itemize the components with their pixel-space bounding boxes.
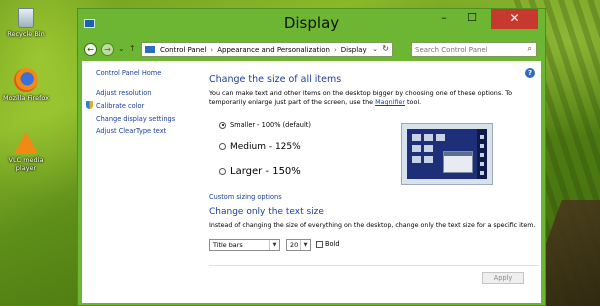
size-description: You can make text and other items on the… xyxy=(209,89,527,107)
desktop-icon-label: Mozilla Firefox xyxy=(3,94,49,102)
refresh-icon[interactable]: ↻ xyxy=(382,44,389,53)
preview-tile xyxy=(412,156,421,163)
font-size-select[interactable]: 20 ▼ xyxy=(286,239,311,251)
maximize-button[interactable]: ☐ xyxy=(458,9,486,29)
address-dropdown-icon[interactable]: ⌄ xyxy=(372,45,378,53)
apply-button[interactable]: Apply xyxy=(482,272,524,284)
display-window: Display – ☐ ✕ ← → ⌄ ↑ Control Panel › Appe… xyxy=(77,8,546,306)
breadcrumb-control-panel[interactable]: Control Panel xyxy=(160,46,206,54)
close-button[interactable]: ✕ xyxy=(491,9,538,29)
breadcrumb-separator[interactable]: › xyxy=(210,46,213,54)
title-bar[interactable]: Display – ☐ ✕ xyxy=(78,9,545,39)
up-button[interactable]: ↑ xyxy=(129,44,136,53)
sidebar-link-adjust-resolution[interactable]: Adjust resolution xyxy=(96,89,151,97)
size-preview-image xyxy=(401,123,493,185)
preview-charms-bar xyxy=(477,129,487,179)
preview-tile xyxy=(424,145,433,152)
desktop-icon-label: Recycle Bin xyxy=(7,30,45,38)
preview-window xyxy=(443,151,473,173)
magnifier-link[interactable]: Magnifier xyxy=(375,98,405,106)
preview-tile xyxy=(424,134,433,141)
content-pane: Control Panel Home Adjust resolution Cal… xyxy=(82,61,541,303)
search-box[interactable]: ⌕ xyxy=(411,42,537,57)
custom-sizing-link[interactable]: Custom sizing options xyxy=(209,193,282,201)
breadcrumb: Control Panel › Appearance and Personaliza… xyxy=(160,46,367,54)
firefox-icon xyxy=(14,68,38,92)
recent-pages-button[interactable]: ⌄ xyxy=(118,44,125,53)
bold-label: Bold xyxy=(325,240,340,248)
size-heading: Change the size of all items xyxy=(209,74,342,85)
search-icon[interactable]: ⌕ xyxy=(528,44,532,54)
desktop-icon-label: VLC media player xyxy=(8,156,44,172)
divider xyxy=(209,265,539,266)
breadcrumb-display[interactable]: Display xyxy=(341,46,367,54)
preview-screen xyxy=(407,129,487,179)
desktop-icon-vlc[interactable]: VLC media player xyxy=(0,132,52,172)
recycle-bin-icon xyxy=(18,8,34,28)
breadcrumb-appearance[interactable]: Appearance and Personalization xyxy=(217,46,330,54)
desktop-icon-recycle-bin[interactable]: Recycle Bin xyxy=(0,8,52,38)
preview-tile xyxy=(436,134,445,141)
search-input[interactable] xyxy=(415,44,515,55)
sidebar-link-adjust-cleartype[interactable]: Adjust ClearType text xyxy=(96,127,166,135)
font-size-select-value: 20 xyxy=(290,241,299,249)
radio-medium[interactable] xyxy=(219,143,226,150)
computer-icon xyxy=(145,46,155,53)
chevron-down-icon: ▼ xyxy=(269,240,279,250)
option-smaller-label: Smaller - 100% (default) xyxy=(230,121,311,129)
sidebar-link-control-panel-home[interactable]: Control Panel Home xyxy=(96,69,161,77)
element-select[interactable]: Title bars ▼ xyxy=(209,239,280,251)
desktop-icon-firefox[interactable]: Mozilla Firefox xyxy=(0,68,52,102)
option-larger-label: Larger - 150% xyxy=(230,166,301,177)
sidebar-link-change-display-settings[interactable]: Change display settings xyxy=(96,115,175,123)
size-description-tail: tool. xyxy=(405,98,422,106)
element-select-value: Title bars xyxy=(213,241,243,249)
bold-option[interactable]: Bold xyxy=(316,240,340,248)
back-button[interactable]: ← xyxy=(84,43,97,56)
navigation-bar: ← → ⌄ ↑ Control Panel › Appearance and Per… xyxy=(78,39,545,61)
radio-smaller[interactable] xyxy=(219,121,226,129)
option-medium[interactable]: Medium - 125% xyxy=(219,142,301,152)
size-description-text: You can make text and other items on the… xyxy=(209,89,512,106)
text-size-heading: Change only the text size xyxy=(209,207,324,217)
option-smaller[interactable]: Smaller - 100% (default) xyxy=(219,121,311,129)
sidebar: Control Panel Home Adjust resolution Cal… xyxy=(82,61,192,303)
help-icon[interactable]: ? xyxy=(525,68,535,78)
option-medium-label: Medium - 125% xyxy=(230,142,301,152)
vlc-icon xyxy=(14,132,38,154)
radio-larger[interactable] xyxy=(219,167,226,175)
preview-tile xyxy=(424,156,433,163)
bold-checkbox[interactable] xyxy=(316,240,323,248)
text-size-description: Instead of changing the size of everythi… xyxy=(209,222,536,229)
minimize-button[interactable]: – xyxy=(430,9,458,29)
main-pane: ? Change the size of all items You can m… xyxy=(209,61,539,303)
chevron-down-icon: ▼ xyxy=(300,240,310,250)
shield-icon xyxy=(86,101,93,109)
preview-tile xyxy=(412,134,421,141)
breadcrumb-separator[interactable]: › xyxy=(334,46,337,54)
option-larger[interactable]: Larger - 150% xyxy=(219,166,301,177)
preview-tile xyxy=(412,145,421,152)
address-bar[interactable]: Control Panel › Appearance and Personaliza… xyxy=(141,42,393,57)
sidebar-link-calibrate-color[interactable]: Calibrate color xyxy=(96,102,144,110)
forward-button[interactable]: → xyxy=(101,43,114,56)
